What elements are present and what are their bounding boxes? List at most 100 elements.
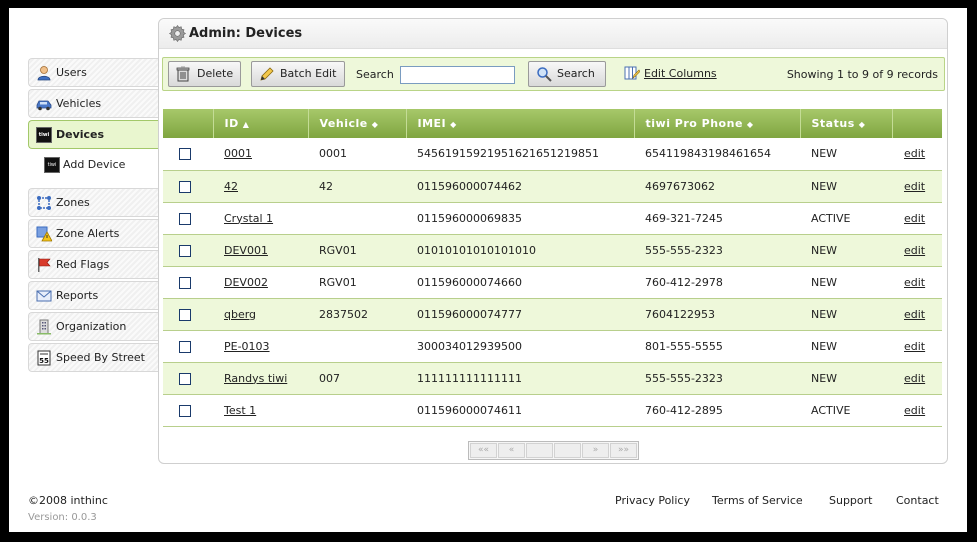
sidebar-item-label: Red Flags — [56, 258, 110, 271]
device-id-link[interactable]: qberg — [224, 308, 256, 321]
search-button-label: Search — [557, 67, 595, 80]
page-slot[interactable] — [526, 443, 553, 458]
row-checkbox[interactable] — [179, 212, 191, 225]
sidebar-item-speed-by-street[interactable]: 55 Speed By Street — [28, 343, 158, 372]
sidebar-item-add-device[interactable]: tiwi Add Device — [28, 151, 158, 180]
sidebar-item-zone-alerts[interactable]: Zone Alerts — [28, 219, 158, 248]
row-checkbox[interactable] — [179, 244, 191, 257]
prev-page-button[interactable]: « — [498, 443, 525, 458]
column-header-label: Status — [811, 117, 855, 130]
imei-cell: 011596000074777 — [406, 298, 634, 331]
vehicle-cell: 0001 — [308, 138, 406, 171]
edit-link[interactable]: edit — [904, 244, 925, 257]
phone-cell: 801-555-5555 — [634, 330, 800, 363]
device-id-link[interactable]: Test 1 — [224, 404, 256, 417]
sidebar-item-devices[interactable]: tiwi Devices — [28, 120, 159, 149]
pagination: «« « » »» — [468, 441, 639, 460]
search-input[interactable] — [400, 66, 515, 84]
speed-sign-icon: 55 — [37, 350, 51, 366]
column-header-status[interactable]: Status ◆ — [799, 109, 892, 138]
device-id-link[interactable]: DEV001 — [224, 244, 268, 257]
table-row: 0001 0001 54561915921951621651219851 654… — [163, 138, 942, 171]
edit-link[interactable]: edit — [904, 372, 925, 385]
column-header-imei[interactable]: IMEI ◆ — [405, 109, 634, 138]
row-checkbox[interactable] — [179, 372, 191, 385]
table-row: 42 42 011596000074462 4697673062 NEW edi… — [163, 170, 942, 203]
edit-columns-link[interactable]: Edit Columns — [624, 66, 717, 80]
sort-icon: ◆ — [371, 120, 379, 129]
support-link[interactable]: Support — [829, 494, 872, 507]
edit-link[interactable]: edit — [904, 276, 925, 289]
delete-button[interactable]: Delete — [168, 61, 241, 87]
sidebar-item-organization[interactable]: Organization — [28, 312, 158, 341]
status-cell: NEW — [800, 138, 892, 171]
table-body: 0001 0001 54561915921951621651219851 654… — [163, 138, 942, 427]
device-id-link[interactable]: DEV002 — [224, 276, 268, 289]
table-row: PE-0103 300034012939500 801-555-5555 NEW… — [163, 330, 942, 363]
app-window: Users Vehicles tiwi Devices tiwi Add Dev… — [9, 8, 967, 532]
sidebar-item-label: Vehicles — [56, 97, 102, 110]
first-page-button[interactable]: «« — [470, 443, 497, 458]
device-id-link[interactable]: Randys tiwi — [224, 372, 287, 385]
table-row: Crystal 1 011596000069835 469-321-7245 A… — [163, 202, 942, 235]
status-cell: NEW — [800, 234, 892, 267]
speed-sign-text: 55 — [39, 357, 49, 365]
device-id-link[interactable]: PE-0103 — [224, 340, 270, 353]
edit-link[interactable]: edit — [904, 308, 925, 321]
gear-icon — [169, 25, 186, 42]
vehicle-cell: RGV01 — [308, 266, 406, 299]
edit-column-header — [891, 109, 942, 138]
column-header-phone[interactable]: tiwi Pro Phone ◆ — [633, 109, 800, 138]
imei-cell: 011596000074611 — [406, 394, 634, 427]
device-id-link[interactable]: Crystal 1 — [224, 212, 273, 225]
device-id-link[interactable]: 42 — [224, 180, 238, 193]
row-checkbox[interactable] — [179, 148, 191, 161]
table-row: DEV001 RGV01 01010101010101010 555-555-2… — [163, 234, 942, 267]
red-flag-icon — [38, 258, 51, 272]
sidebar-item-vehicles[interactable]: Vehicles — [28, 89, 158, 118]
row-checkbox[interactable] — [179, 180, 191, 193]
edit-link[interactable]: edit — [904, 180, 925, 193]
column-header-label: Vehicle — [319, 117, 368, 130]
row-checkbox[interactable] — [179, 276, 191, 289]
status-cell: ACTIVE — [800, 202, 892, 235]
edit-link[interactable]: edit — [904, 340, 925, 353]
vehicle-cell — [308, 394, 406, 427]
sidebar-item-red-flags[interactable]: Red Flags — [28, 250, 158, 279]
contact-link[interactable]: Contact — [896, 494, 939, 507]
row-checkbox[interactable] — [179, 308, 191, 321]
row-checkbox[interactable] — [179, 340, 191, 353]
page-title: Admin: Devices — [189, 26, 303, 41]
row-checkbox[interactable] — [179, 404, 191, 417]
privacy-policy-link[interactable]: Privacy Policy — [615, 494, 690, 507]
device-id-link[interactable]: 0001 — [224, 147, 252, 160]
edit-columns-label: Edit Columns — [644, 67, 717, 80]
sort-icon: ◆ — [858, 120, 866, 129]
sidebar-group-main: Zones Zone Alerts Red Flags Reports Orga… — [28, 188, 158, 372]
imei-cell: 011596000074462 — [406, 170, 634, 203]
sidebar-item-reports[interactable]: Reports — [28, 281, 158, 310]
column-header-id[interactable]: ID ▲ — [212, 109, 308, 138]
batch-edit-button[interactable]: Batch Edit — [251, 61, 345, 87]
table-header-row: ID ▲ Vehicle ◆ IMEI ◆ tiwi Pro Phone ◆ Statu… — [163, 109, 942, 138]
sidebar-item-label: Zones — [56, 196, 90, 209]
sidebar-item-label: Users — [56, 66, 87, 79]
terms-of-service-link[interactable]: Terms of Service — [712, 494, 803, 507]
column-header-label: tiwi Pro Phone — [645, 117, 743, 130]
imei-cell: 54561915921951621651219851 — [406, 138, 634, 171]
column-header-vehicle[interactable]: Vehicle ◆ — [307, 109, 406, 138]
search-button[interactable]: Search — [528, 61, 606, 87]
page-slot[interactable] — [554, 443, 581, 458]
last-page-button[interactable]: »» — [610, 443, 637, 458]
zones-icon — [37, 196, 51, 210]
next-page-button[interactable]: » — [582, 443, 609, 458]
phone-cell: 555-555-2323 — [634, 362, 800, 395]
edit-link[interactable]: edit — [904, 404, 925, 417]
sidebar-item-users[interactable]: Users — [28, 58, 158, 87]
copyright-text: ©2008 inthinc — [28, 494, 108, 507]
edit-link[interactable]: edit — [904, 147, 925, 160]
user-icon — [37, 66, 51, 81]
sidebar-item-label: Organization — [56, 320, 127, 333]
sidebar-item-zones[interactable]: Zones — [28, 188, 158, 217]
edit-link[interactable]: edit — [904, 212, 925, 225]
